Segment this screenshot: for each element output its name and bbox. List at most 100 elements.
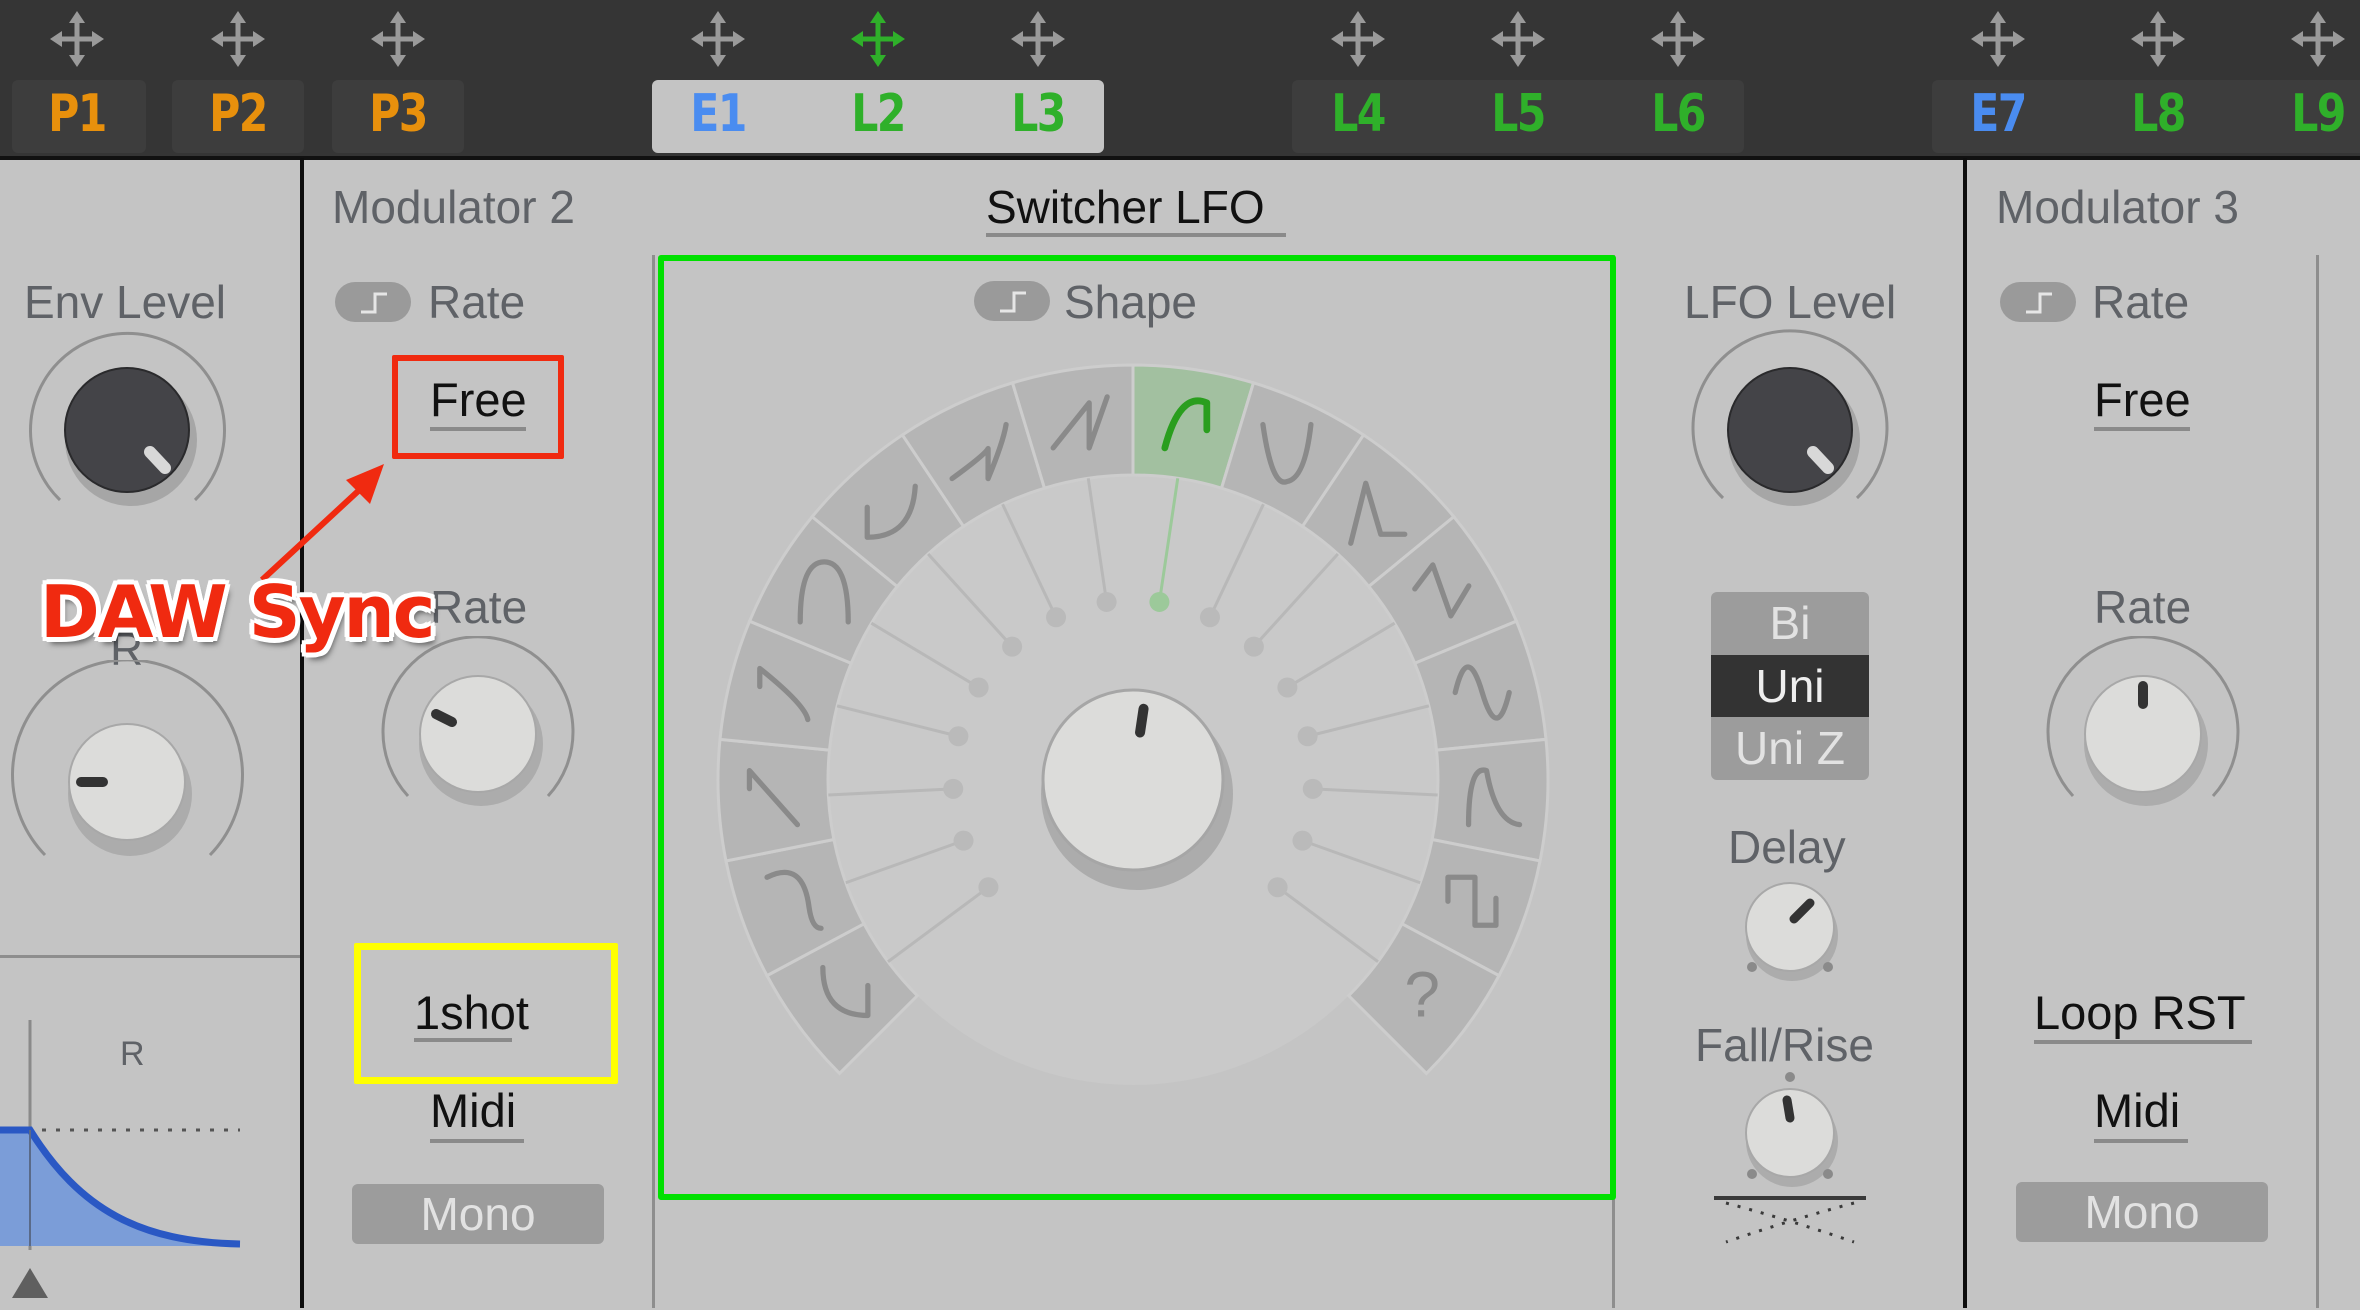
modulator3-title: Modulator 3 <box>1996 181 2239 233</box>
macro-e7[interactable]: E7 <box>1938 0 2058 144</box>
section-divider <box>652 255 655 1308</box>
modulator2-trigger-source-underline <box>430 1139 524 1143</box>
shape-selector-ring: ? <box>716 363 1550 1085</box>
shape-sync-toggle[interactable] <box>974 281 1050 321</box>
polarity-option-uni[interactable]: Uni <box>1711 654 1869 718</box>
shape-position-dot <box>1149 591 1170 612</box>
shape-position-dot <box>1199 607 1220 628</box>
polarity-option-bi[interactable]: Bi <box>1711 592 1869 655</box>
move-arrows-icon[interactable] <box>2258 8 2360 68</box>
macro-l4[interactable]: L4 <box>1298 0 1418 144</box>
section-divider <box>2316 255 2319 1308</box>
oneshot-highlight <box>354 943 618 1084</box>
shape-position-dot <box>1096 591 1117 612</box>
macro-l3[interactable]: L3 <box>978 0 1098 144</box>
shape-position-dot <box>1243 636 1264 657</box>
move-arrows-icon[interactable] <box>17 8 137 68</box>
move-arrows-icon[interactable] <box>2098 8 2218 68</box>
move-arrows-icon[interactable] <box>818 8 938 68</box>
macro-label: L9 <box>2291 84 2346 144</box>
daw-sync-highlight <box>392 355 564 459</box>
shape-label: Shape <box>1064 276 1198 328</box>
modulator2-rate-knob[interactable] <box>378 636 578 826</box>
macro-label: L6 <box>1651 84 1706 144</box>
move-arrows-icon[interactable] <box>658 8 778 68</box>
shape-position-dot <box>1302 778 1323 799</box>
shape-position-dot <box>1277 677 1298 698</box>
modulator2-title: Modulator 2 <box>332 181 575 233</box>
modulator3-rate-sync-toggle[interactable] <box>2000 282 2076 322</box>
shape-position-dot <box>1297 726 1318 747</box>
switcher-lfo-title-underline <box>986 233 1286 237</box>
modulator3-rate-knob-label: Rate <box>2094 581 2192 633</box>
panel-divider <box>300 158 304 1308</box>
step-icon <box>1000 291 1026 313</box>
macro-l9[interactable]: L9 <box>2258 0 2360 144</box>
move-arrows-icon[interactable] <box>1458 8 1578 68</box>
macro-e1[interactable]: E1 <box>658 0 778 144</box>
lfo-level-knob[interactable] <box>1685 320 1895 535</box>
shape-position-dot <box>1046 607 1067 628</box>
release-knob[interactable] <box>5 660 250 890</box>
callout-arrow-icon <box>259 464 384 583</box>
move-arrows-icon[interactable] <box>178 8 298 68</box>
env-level-knob[interactable] <box>20 320 235 535</box>
section-divider-h <box>0 955 300 958</box>
modulator2-rate-toggle-label: Rate <box>428 276 526 328</box>
shape-position-dot <box>1292 830 1313 851</box>
macro-p2[interactable]: P2 <box>178 0 298 144</box>
macro-label: L3 <box>1011 84 1066 144</box>
macro-l5[interactable]: L5 <box>1458 0 1578 144</box>
modulator2-trigger-source[interactable]: Midi <box>430 1083 516 1138</box>
macro-l2[interactable]: L2 <box>818 0 938 144</box>
modulator3-rate-knob[interactable] <box>2043 636 2243 826</box>
modulator2-rate-knob-label: Rate <box>430 581 528 633</box>
shape-position-dot <box>1002 636 1023 657</box>
envelope-handle-icon[interactable] <box>12 1268 48 1298</box>
macro-label: L4 <box>1331 84 1386 144</box>
macro-bar: P1 P2 P3 E1 L2 L3 L4 L5 L6 E7 L8 L9 <box>0 0 2360 160</box>
shape-position-dot <box>968 677 989 698</box>
macro-l6[interactable]: L6 <box>1618 0 1738 144</box>
shape-position-dot <box>1267 877 1288 898</box>
macro-label: L8 <box>2131 84 2186 144</box>
envelope-release-label: R <box>120 1035 145 1073</box>
macro-p1[interactable]: P1 <box>17 0 137 144</box>
modulator3-rate-mode[interactable]: Free <box>2094 372 2191 427</box>
move-arrows-icon[interactable] <box>978 8 1098 68</box>
modulator3-trigger-source-underline <box>2094 1139 2188 1143</box>
move-arrows-icon[interactable] <box>1298 8 1418 68</box>
knob-pointer-icon <box>1135 703 1149 738</box>
move-arrows-icon[interactable] <box>338 8 458 68</box>
shape-segment-ramp-down[interactable] <box>716 737 836 863</box>
switcher-lfo-title[interactable]: Switcher LFO <box>986 180 1265 234</box>
modulator2-rate-sync-toggle[interactable] <box>335 282 411 322</box>
shape-position-dot <box>978 877 999 898</box>
delay-knob[interactable] <box>1730 875 1850 985</box>
fall-rise-knob[interactable] <box>1700 1070 1880 1250</box>
modulator3-trigger-underline <box>2034 1040 2252 1044</box>
delay-label: Delay <box>1728 821 1846 873</box>
macro-label: E7 <box>1970 84 2027 144</box>
macro-label: E1 <box>690 84 747 144</box>
shape-knob[interactable] <box>1041 688 1225 872</box>
polarity-selector: Bi Uni Uni Z <box>1711 592 1869 780</box>
polarity-option-uni-z[interactable]: Uni Z <box>1711 717 1869 780</box>
panel-divider <box>1963 158 1967 1308</box>
macro-label: P2 <box>209 84 268 144</box>
random-shape-icon: ? <box>1404 958 1440 1030</box>
modulator3-rate-mode-underline <box>2094 427 2190 431</box>
modulator3-rate-toggle-label: Rate <box>2092 276 2190 328</box>
fall-rise-label: Fall/Rise <box>1695 1019 1874 1071</box>
macro-l8[interactable]: L8 <box>2098 0 2218 144</box>
modulator2-voice-mode-button[interactable]: Mono <box>352 1184 604 1244</box>
macro-label: L5 <box>1491 84 1546 144</box>
shape-position-dot <box>943 778 964 799</box>
modulator3-trigger-mode[interactable]: Loop RST <box>2034 985 2246 1040</box>
macro-label: P1 <box>48 84 107 144</box>
move-arrows-icon[interactable] <box>1618 8 1738 68</box>
modulator3-trigger-source[interactable]: Midi <box>2094 1083 2180 1138</box>
move-arrows-icon[interactable] <box>1938 8 2058 68</box>
macro-p3[interactable]: P3 <box>338 0 458 144</box>
modulator3-voice-mode-button[interactable]: Mono <box>2016 1182 2268 1242</box>
